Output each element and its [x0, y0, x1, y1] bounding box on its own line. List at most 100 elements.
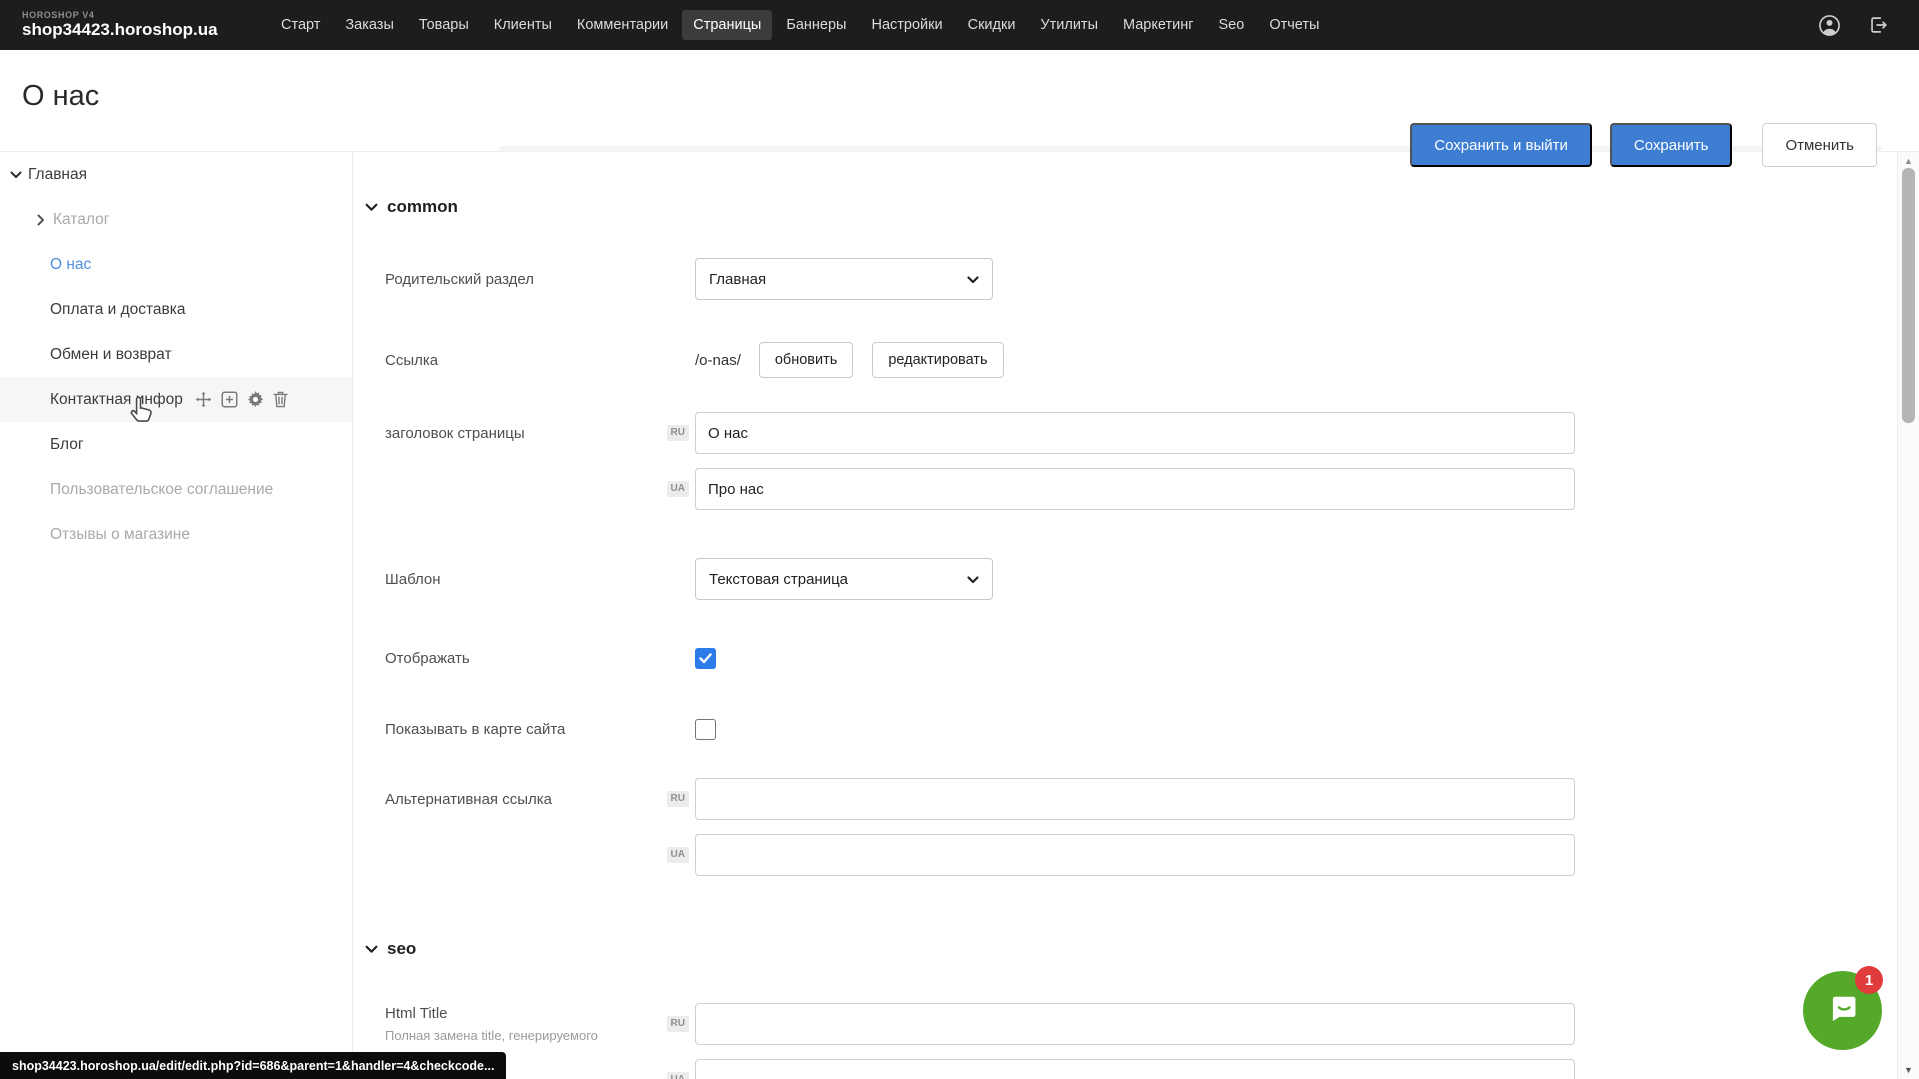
tree-item-label: О нас: [50, 256, 91, 274]
section-seo-title: seo: [387, 939, 416, 959]
tree-item-agreement[interactable]: Пользовательское соглашение: [0, 467, 352, 512]
tree-item-label: Пользовательское соглашение: [50, 481, 273, 499]
scrollbar-thumb[interactable]: [1902, 168, 1915, 423]
tree-item-reviews[interactable]: Отзывы о магазине: [0, 512, 352, 557]
nav-item-pages[interactable]: Страницы: [682, 10, 772, 40]
page-title-ru-input[interactable]: [695, 412, 1575, 454]
alt-link-ru-input[interactable]: [695, 778, 1575, 820]
chat-bubble-icon: [1824, 989, 1862, 1032]
nav-item-discounts[interactable]: Скидки: [957, 10, 1027, 40]
nav-item-utilities[interactable]: Утилиты: [1029, 10, 1109, 40]
link-label: Ссылка: [385, 352, 635, 369]
nav-item-clients[interactable]: Клиенты: [483, 10, 563, 40]
parent-section-value: Главная: [709, 271, 766, 288]
chevron-down-icon: [967, 271, 979, 288]
lang-badge-ru: RU: [667, 425, 689, 441]
lang-badge-ru: RU: [667, 1016, 689, 1032]
tree-item-o-nas[interactable]: О нас: [0, 242, 352, 287]
html-title-ru-row: Html Title Полная замена title, генериру…: [385, 1003, 1897, 1045]
link-path: /o-nas/: [695, 352, 741, 369]
template-select[interactable]: Текстовая страница: [695, 558, 993, 600]
chat-unread-badge: 1: [1855, 966, 1883, 994]
parent-section-select[interactable]: Главная: [695, 258, 993, 300]
link-refresh-button[interactable]: обновить: [759, 342, 853, 378]
sitemap-label: Показывать в карте сайта: [385, 721, 635, 738]
nav-right-controls: [1818, 14, 1919, 37]
chevron-right-icon[interactable]: [33, 214, 49, 226]
nav-item-banners[interactable]: Баннеры: [775, 10, 857, 40]
page-title: О нас: [22, 80, 99, 113]
section-seo[interactable]: seo: [365, 938, 1897, 960]
display-row: Отображать: [385, 647, 1897, 669]
lang-badge-ru: RU: [667, 791, 689, 807]
tree-item-label: Отзывы о магазине: [50, 526, 190, 544]
scroll-down-arrow[interactable]: ▼: [1898, 1065, 1919, 1075]
page-title-ua-row: UA: [385, 468, 1897, 510]
scroll-up-arrow[interactable]: ▲: [1898, 156, 1919, 166]
logout-icon[interactable]: [1867, 14, 1889, 36]
nav-item-reports[interactable]: Отчеты: [1258, 10, 1330, 40]
lang-badge-ua: UA: [667, 1072, 689, 1079]
chat-widget: 1: [1803, 966, 1883, 1050]
display-checkbox-checked[interactable]: [695, 648, 716, 669]
section-common-title: common: [387, 197, 458, 217]
nav-item-start[interactable]: Старт: [270, 10, 331, 40]
nav-item-marketing[interactable]: Маркетинг: [1112, 10, 1205, 40]
tree-item-label: Обмен и возврат: [50, 346, 172, 364]
status-url-tooltip: shop34423.horoshop.ua/edit/edit.php?id=6…: [0, 1052, 506, 1079]
html-title-hint: Полная замена title, генерируемого: [385, 1028, 635, 1043]
section-common[interactable]: common: [365, 196, 1897, 218]
tree-item-actions: [195, 391, 288, 408]
tree-item-label: Оплата и доставка: [50, 301, 186, 319]
link-edit-button[interactable]: редактировать: [872, 342, 1003, 378]
page-edit-form: common Родительский раздел Главная Ссылк…: [353, 152, 1897, 1079]
page-header: О нас Сохранить и выйти Сохранить Отмени…: [0, 50, 1919, 152]
tree-item-label: Блог: [50, 436, 84, 454]
nav-item-comments[interactable]: Комментарии: [566, 10, 679, 40]
nav-item-products[interactable]: Товары: [408, 10, 480, 40]
parent-section-label: Родительский раздел: [385, 271, 635, 288]
display-label: Отображать: [385, 650, 635, 667]
tree-item-label: Каталог: [53, 211, 109, 229]
html-title-ua-input[interactable]: [695, 1059, 1575, 1079]
alt-link-ua-input[interactable]: [695, 834, 1575, 876]
tree-item-obmen[interactable]: Обмен и возврат: [0, 332, 352, 377]
page-title-ru-row: заголовок страницы RU: [385, 412, 1897, 454]
alt-link-ru-row: Альтернативная ссылка RU: [385, 778, 1897, 820]
horoshop-admin-app: HOROSHOP V4 shop34423.horoshop.ua Старт …: [0, 0, 1919, 1079]
chevron-down-icon: [365, 197, 378, 217]
tree-item-label: Контактная инфор: [50, 391, 183, 409]
chevron-down-icon: [967, 571, 979, 588]
page-title-ua-input[interactable]: [695, 468, 1575, 510]
parent-section-row: Родительский раздел Главная: [385, 258, 1897, 300]
move-icon[interactable]: [195, 391, 212, 408]
settings-gear-icon[interactable]: [247, 391, 264, 408]
link-row: Ссылка /o-nas/ обновить редактировать: [385, 342, 1897, 378]
nav-item-settings[interactable]: Настройки: [860, 10, 953, 40]
delete-trash-icon[interactable]: [273, 391, 288, 408]
chevron-down-icon[interactable]: [8, 171, 24, 179]
tree-item-label: Главная: [28, 166, 87, 184]
tree-item-oplata[interactable]: Оплата и доставка: [0, 287, 352, 332]
template-row: Шаблон Текстовая страница: [385, 558, 1897, 600]
alt-link-ua-row: UA: [385, 834, 1897, 876]
content-area: Главная Каталог О нас Оплата и доставка …: [0, 152, 1919, 1079]
tree-item-blog[interactable]: Блог: [0, 422, 352, 467]
html-title-ru-input[interactable]: [695, 1003, 1575, 1045]
top-navbar: HOROSHOP V4 shop34423.horoshop.ua Старт …: [0, 0, 1919, 50]
add-page-icon[interactable]: [221, 391, 238, 408]
nav-item-orders[interactable]: Заказы: [334, 10, 404, 40]
sitemap-checkbox-unchecked[interactable]: [695, 719, 716, 740]
tree-item-glavnaya[interactable]: Главная: [0, 152, 352, 197]
lang-badge-ua: UA: [667, 847, 689, 863]
tree-item-kontaktnaya[interactable]: Контактная инфор: [0, 377, 352, 422]
brand[interactable]: HOROSHOP V4 shop34423.horoshop.ua: [0, 11, 270, 40]
nav-item-seo[interactable]: Seo: [1208, 10, 1256, 40]
sitemap-row: Показывать в карте сайта: [385, 718, 1897, 740]
page-title-label: заголовок страницы: [385, 425, 635, 442]
account-icon[interactable]: [1818, 14, 1841, 37]
alt-link-label: Альтернативная ссылка: [385, 791, 635, 808]
tree-item-katalog[interactable]: Каталог: [0, 197, 352, 242]
vertical-scrollbar[interactable]: ▲ ▼: [1897, 152, 1919, 1079]
brand-domain: shop34423.horoshop.ua: [22, 21, 270, 40]
